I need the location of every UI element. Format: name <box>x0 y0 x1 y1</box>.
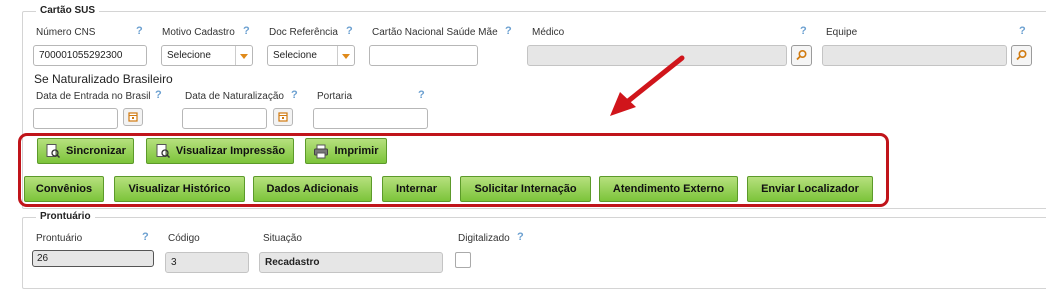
data-entrada-calendar-button[interactable] <box>123 108 143 126</box>
calendar-icon <box>128 112 138 122</box>
portaria-help-icon[interactable]: ? <box>418 89 425 101</box>
magnifier-icon <box>796 50 807 61</box>
medico-label: Médico <box>532 27 565 38</box>
cartao-sus-legend: Cartão SUS <box>36 5 100 16</box>
data-naturalizacao-calendar-button[interactable] <box>273 108 293 126</box>
motivo-cadastro-label: Motivo Cadastro <box>162 27 235 38</box>
situacao-label: Situação <box>263 233 302 244</box>
equipe-label: Equipe <box>826 27 858 38</box>
medico-help-icon[interactable]: ? <box>800 25 807 37</box>
equipe-help-icon[interactable]: ? <box>1019 25 1026 37</box>
data-naturalizacao-label: Data de Naturalização <box>185 91 284 102</box>
naturalizado-title: Se Naturalizado Brasileiro <box>34 72 173 86</box>
motivo-cadastro-value: Selecione <box>167 50 211 61</box>
highlight-box <box>18 133 889 207</box>
cartao-mae-label: Cartão Nacional Saúde Mãe <box>372 27 498 38</box>
numero-cns-input[interactable]: 700001055292300 <box>33 45 147 66</box>
cartao-mae-input[interactable] <box>369 45 478 66</box>
cartao-mae-help-icon[interactable]: ? <box>505 25 512 37</box>
doc-referencia-select[interactable]: Selecione <box>267 45 355 66</box>
data-entrada-label: Data de Entrada no Brasil <box>36 91 151 102</box>
portaria-input[interactable] <box>313 108 428 129</box>
annotation-arrow-icon <box>610 55 685 116</box>
data-entrada-input[interactable] <box>33 108 118 129</box>
equipe-input[interactable] <box>822 45 1007 66</box>
digitalizado-checkbox[interactable] <box>455 252 471 268</box>
magnifier-icon <box>1016 50 1027 61</box>
codigo-input: 3 <box>165 252 249 273</box>
motivo-cadastro-select[interactable]: Selecione <box>161 45 253 66</box>
prontuario-label: Prontuário <box>36 233 83 244</box>
codigo-label: Código <box>168 233 200 244</box>
motivo-cadastro-help-icon[interactable]: ? <box>243 25 250 37</box>
numero-cns-help-icon[interactable]: ? <box>136 25 143 37</box>
prontuario-legend: Prontuário <box>36 211 95 222</box>
calendar-icon <box>278 112 288 122</box>
prontuario-input: 26 <box>32 250 154 267</box>
chevron-down-icon[interactable] <box>337 46 354 65</box>
doc-referencia-help-icon[interactable]: ? <box>346 25 353 37</box>
digitalizado-help-icon[interactable]: ? <box>517 231 524 243</box>
chevron-down-icon[interactable] <box>235 46 252 65</box>
data-naturalizacao-help-icon[interactable]: ? <box>291 89 298 101</box>
doc-referencia-value: Selecione <box>273 50 317 61</box>
numero-cns-label: Número CNS <box>36 27 96 38</box>
digitalizado-label: Digitalizado <box>458 233 510 244</box>
prontuario-help-icon[interactable]: ? <box>142 231 149 243</box>
doc-referencia-label: Doc Referência <box>269 27 338 38</box>
portaria-label: Portaria <box>317 91 353 102</box>
situacao-input: Recadastro <box>259 252 443 273</box>
data-entrada-help-icon[interactable]: ? <box>155 89 162 101</box>
medico-lookup-button[interactable] <box>791 45 812 66</box>
data-naturalizacao-input[interactable] <box>182 108 267 129</box>
equipe-lookup-button[interactable] <box>1011 45 1032 66</box>
